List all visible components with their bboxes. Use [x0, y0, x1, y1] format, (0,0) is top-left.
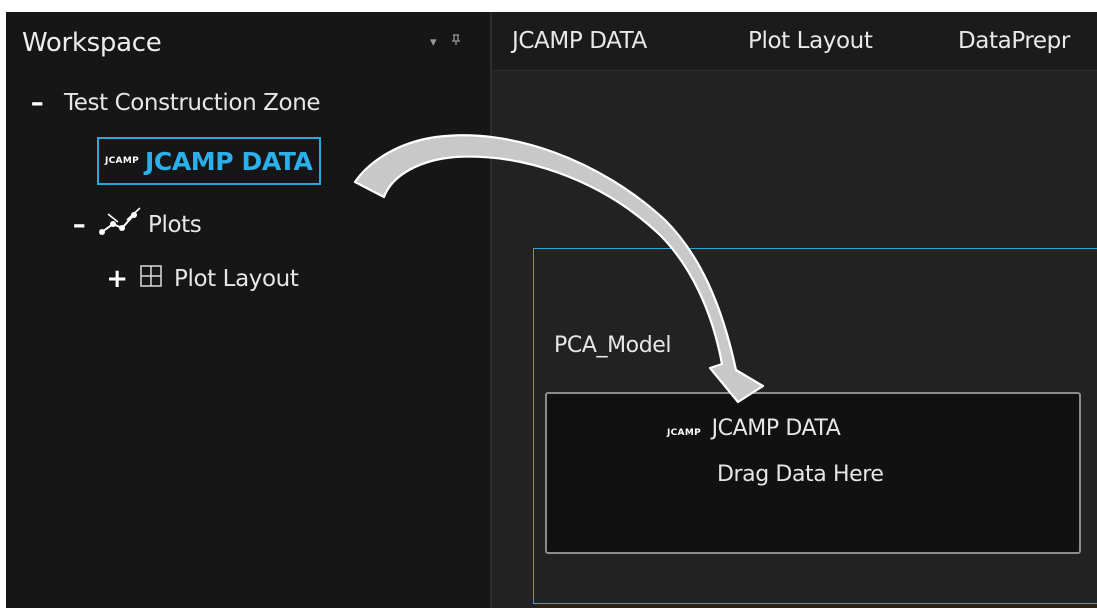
tree-item-jcamp-data[interactable]: JCAMP JCAMP DATA — [97, 137, 321, 185]
drop-zone-hint: Drag Data Here — [717, 462, 884, 487]
app-window: Workspace ▾ – Test Construction Zone JCA… — [6, 12, 1097, 608]
collapse-toggle[interactable]: – — [68, 212, 90, 238]
tree-item-label: Plots — [148, 212, 202, 238]
tree-item-plot-layout[interactable]: + Plot Layout — [106, 265, 299, 293]
collapse-toggle[interactable]: – — [26, 90, 48, 116]
workspace-title: Workspace — [22, 28, 162, 58]
drop-zone-title: JCAMP JCAMP DATA — [667, 416, 841, 441]
pane-controls: ▾ — [430, 34, 471, 50]
scatter-plot-icon — [98, 206, 144, 244]
pin-icon[interactable] — [451, 34, 461, 50]
workspace-panel: Workspace ▾ – Test Construction Zone JCA… — [6, 12, 492, 608]
document-tab-bar: JCAMP DATA Plot Layout DataPrepr — [492, 12, 1097, 71]
jcamp-logo-icon: JCAMP — [667, 428, 701, 438]
tree-item-label: Plot Layout — [174, 266, 299, 292]
pca-model-container[interactable]: PCA_Model JCAMP JCAMP DATA Drag Data Her… — [533, 248, 1097, 604]
jcamp-logo-icon: JCAMP — [105, 156, 139, 166]
tab-plot-layout[interactable]: Plot Layout — [748, 28, 873, 54]
expand-toggle[interactable]: + — [106, 266, 128, 292]
model-label: PCA_Model — [554, 333, 672, 358]
tree-item-plots[interactable]: – Plots — [68, 206, 202, 244]
drop-zone[interactable]: JCAMP JCAMP DATA Drag Data Here — [545, 392, 1081, 554]
dropdown-icon[interactable]: ▾ — [430, 35, 437, 50]
design-canvas: PCA_Model JCAMP JCAMP DATA Drag Data Her… — [492, 71, 1097, 608]
tab-data-preprocessing[interactable]: DataPrepr — [958, 28, 1070, 54]
grid-icon — [140, 265, 162, 293]
tree-item-label: Test Construction Zone — [64, 90, 321, 116]
tab-jcamp-data[interactable]: JCAMP DATA — [512, 28, 647, 54]
tree-item-label: JCAMP DATA — [144, 146, 313, 176]
tree-item-test-construction-zone[interactable]: – Test Construction Zone — [26, 90, 321, 116]
drop-zone-title-text: JCAMP DATA — [711, 416, 841, 441]
